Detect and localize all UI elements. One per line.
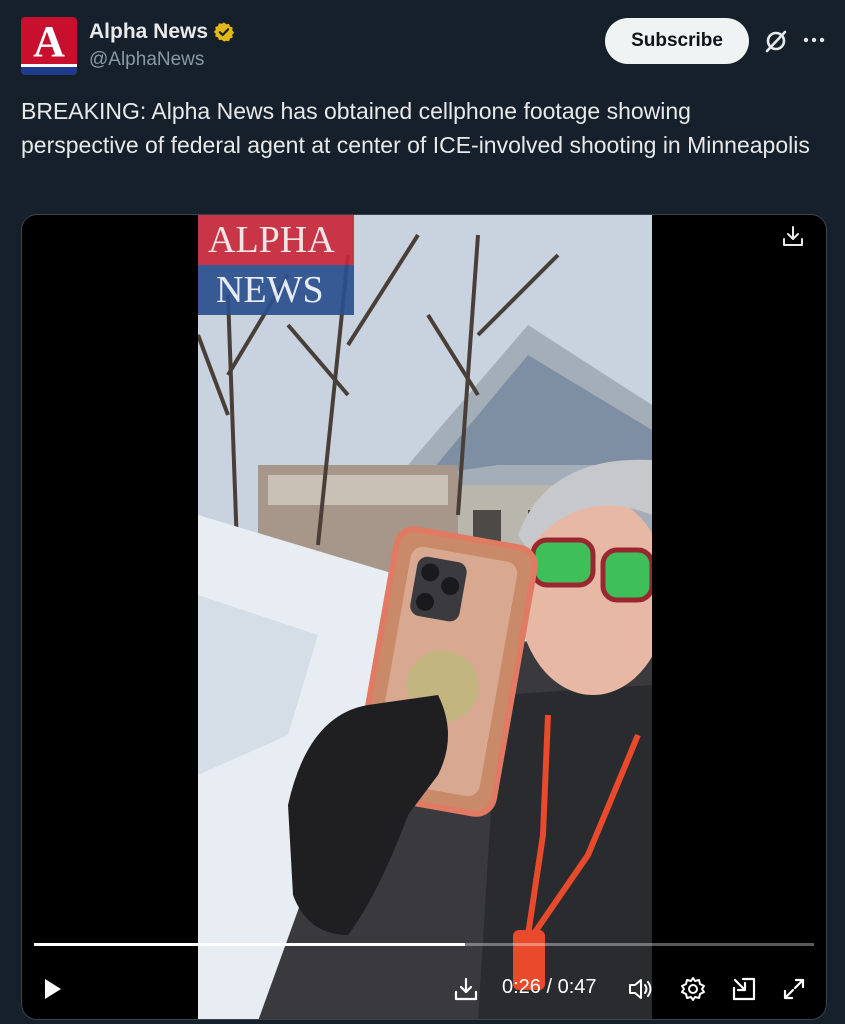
grok-icon[interactable] (763, 28, 789, 54)
watermark-bottom: NEWS (198, 265, 354, 315)
fullscreen-icon[interactable] (780, 975, 808, 1003)
download-icon[interactable] (452, 975, 480, 1003)
video-frame[interactable]: ALPHA NEWS (198, 215, 652, 1019)
display-name[interactable]: Alpha News (89, 20, 208, 44)
volume-icon[interactable] (626, 975, 654, 1003)
tweet-header: A Alpha News @AlphaNews Subscribe (21, 17, 831, 77)
pip-icon[interactable] (730, 975, 758, 1003)
watermark-logo: ALPHA NEWS (198, 215, 354, 315)
avatar[interactable]: A (21, 17, 77, 75)
video-controls: 0:26 / 0:47 (22, 967, 826, 1011)
progress-bar[interactable] (34, 943, 814, 946)
video-still (198, 215, 652, 1019)
time-display: 0:26 / 0:47 (502, 976, 597, 998)
download-icon[interactable] (780, 223, 806, 249)
watermark-top: ALPHA (198, 215, 354, 265)
avatar-letter: A (33, 17, 65, 66)
progress-fill (34, 943, 466, 946)
subscribe-button[interactable]: Subscribe (605, 18, 749, 64)
play-icon[interactable] (38, 975, 66, 1003)
handle[interactable]: @AlphaNews (89, 49, 204, 71)
settings-icon[interactable] (679, 975, 707, 1003)
tweet-text: BREAKING: Alpha News has obtained cellph… (21, 98, 810, 158)
avatar-stripe (21, 67, 77, 75)
name-row: Alpha News (89, 19, 235, 45)
verified-badge-icon (213, 22, 235, 42)
more-icon[interactable] (801, 27, 827, 53)
video-player[interactable]: ALPHA NEWS 0:26 / 0:47 (21, 214, 827, 1020)
